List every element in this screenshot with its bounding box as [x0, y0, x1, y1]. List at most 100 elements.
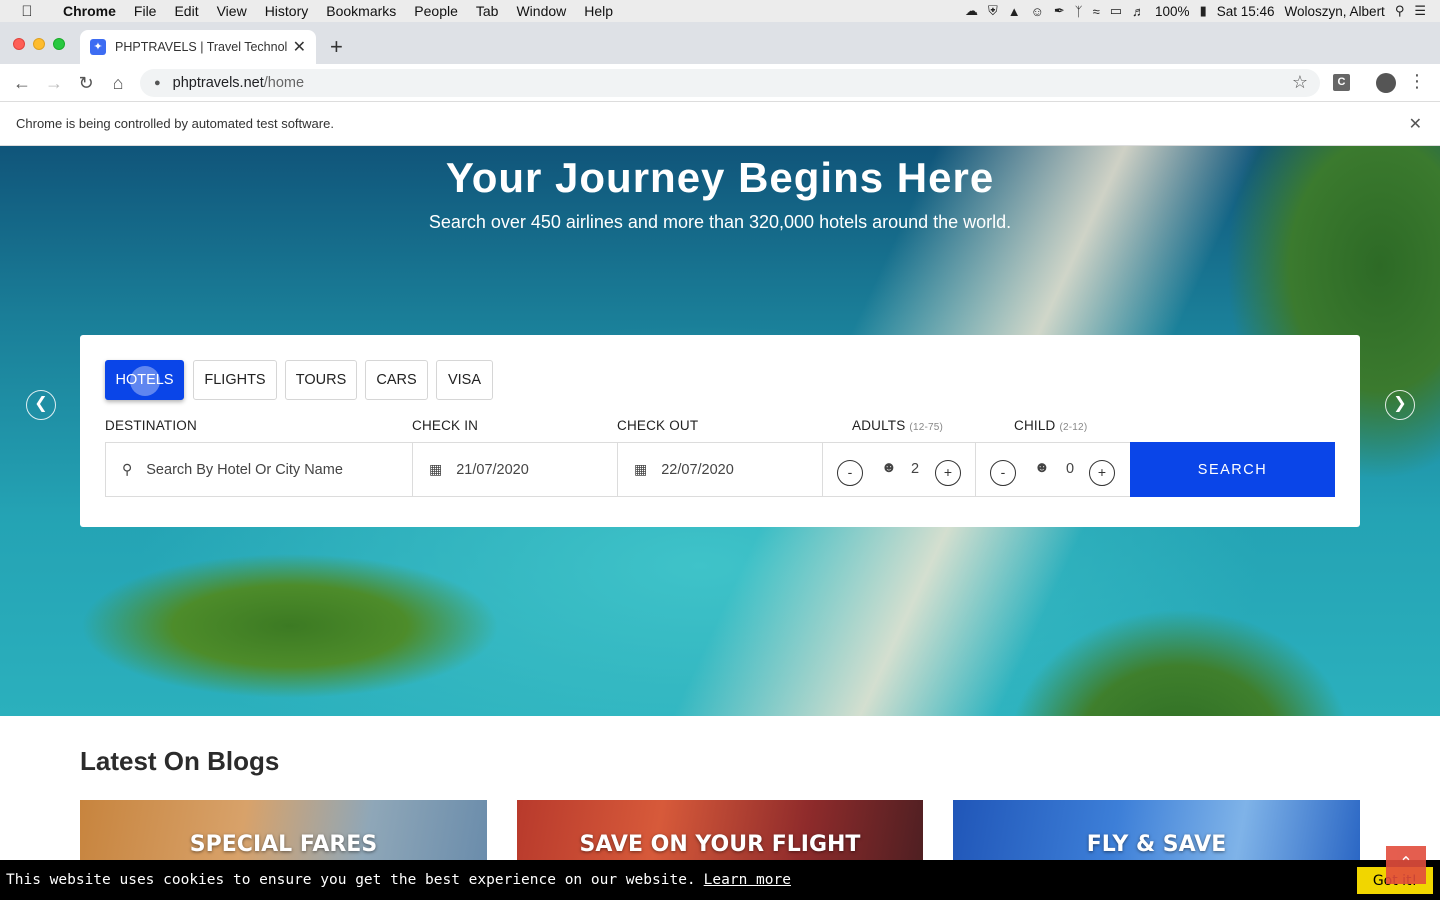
calendar-icon: ▦ [429, 461, 443, 477]
infobar-message: Chrome is being controlled by automated … [16, 116, 334, 131]
menu-window[interactable]: Window [507, 0, 575, 22]
tab-tours[interactable]: TOURS [285, 360, 357, 400]
browser-toolbar: ← → ↻ ⌂ ● phptravels.net/home ☆ C ⋮ [0, 64, 1440, 102]
spotlight-search-icon[interactable]: ⚲ [1395, 3, 1405, 19]
cookie-message: This website uses cookies to ensure you … [6, 872, 696, 888]
airplay-icon[interactable]: ▭ [1110, 3, 1122, 19]
checkout-label: CHECK OUT [617, 418, 699, 433]
checkout-value: 22/07/2020 [661, 461, 734, 478]
tab-visa[interactable]: VISA [436, 360, 493, 400]
battery-icon[interactable]: ▮ [1200, 3, 1207, 19]
battery-percent: 100% [1155, 3, 1190, 19]
extension-c-icon[interactable]: C [1333, 74, 1350, 91]
adults-range: (12-75) [909, 422, 944, 433]
cookie-consent-bar: This website uses cookies to ensure you … [0, 860, 1440, 900]
tab-flights-label: FLIGHTS [204, 372, 266, 388]
checkin-input[interactable]: ▦ 21/07/2020 [412, 442, 618, 497]
child-range: (2-12) [1059, 422, 1088, 433]
cloud-icon[interactable]: ☁ [965, 3, 978, 19]
forward-arrow-icon[interactable]: → [42, 71, 66, 95]
child-stepper: - ☻ 0 + [975, 442, 1131, 497]
home-icon[interactable]: ⌂ [106, 71, 130, 95]
scroll-to-top-icon[interactable]: ⌃ [1386, 846, 1426, 884]
lock-icon[interactable]: ● [154, 77, 161, 89]
map-pin-icon: ⚲ [122, 461, 133, 477]
adults-label: ADULTS (12-75) [852, 418, 943, 433]
window-zoom-button[interactable] [53, 38, 65, 50]
apple-icon[interactable]:  [0, 3, 54, 20]
site-favicon-icon: ✦ [90, 39, 106, 55]
person-icon: ☻ [881, 459, 897, 476]
child-value[interactable]: 0 [1066, 461, 1074, 477]
volume-icon[interactable]: ♬ [1132, 4, 1145, 19]
child-label: CHILD (2-12) [1014, 418, 1087, 433]
hero-subtitle: Search over 450 airlines and more than 3… [428, 212, 1012, 232]
child-plus-button[interactable]: + [1089, 460, 1115, 486]
child-minus-button[interactable]: - [990, 460, 1016, 486]
tab-tours-label: TOURS [295, 372, 347, 388]
url-domain: phptravels.net [172, 75, 264, 91]
person-icon[interactable]: ☺ [1031, 4, 1044, 19]
bookmark-star-icon[interactable]: ☆ [1292, 72, 1308, 93]
slider-prev-icon[interactable]: ❮ [26, 390, 56, 420]
menu-edit[interactable]: Edit [165, 0, 207, 22]
adults-plus-button[interactable]: + [935, 460, 961, 486]
infobar-close-icon[interactable]: ✕ [1409, 114, 1422, 134]
bluetooth-icon[interactable]: ᛉ [1075, 4, 1083, 19]
calendar-icon: ▦ [634, 461, 648, 477]
checkin-value: 21/07/2020 [456, 461, 529, 478]
search-button[interactable]: SEARCH [1130, 442, 1335, 497]
menu-tab[interactable]: Tab [467, 0, 508, 22]
back-arrow-icon[interactable]: ← [10, 71, 34, 95]
upload-icon[interactable]: ▲ [1008, 4, 1021, 19]
destination-placeholder: Search By Hotel Or City Name [146, 461, 343, 478]
chrome-menu-icon[interactable]: ⋮ [1408, 71, 1426, 92]
wifi-icon[interactable]: ≈ [1093, 4, 1100, 19]
menu-help[interactable]: Help [575, 0, 622, 22]
menu-bookmarks[interactable]: Bookmarks [317, 0, 405, 22]
clock[interactable]: Sat 15:46 [1217, 4, 1275, 19]
notification-center-icon[interactable]: ☰ [1414, 3, 1426, 19]
destination-label: DESTINATION [105, 418, 197, 433]
child-label-text: CHILD [1014, 418, 1056, 433]
tab-title: PHPTRAVELS | Travel Technolo [115, 40, 287, 54]
destination-input[interactable]: ⚲ Search By Hotel Or City Name [105, 442, 413, 497]
browser-tab[interactable]: ✦ PHPTRAVELS | Travel Technolo ✕ [80, 30, 316, 64]
menu-file[interactable]: File [125, 0, 166, 22]
slider-next-icon[interactable]: ❯ [1385, 390, 1415, 420]
tab-cars-label: CARS [376, 372, 417, 388]
adults-minus-button[interactable]: - [837, 460, 863, 486]
blogs-section-title: Latest On Blogs [80, 746, 280, 776]
window-close-button[interactable] [13, 38, 25, 50]
tab-flights[interactable]: FLIGHTS [193, 360, 277, 400]
browser-tab-strip: ✦ PHPTRAVELS | Travel Technolo ✕ + [0, 22, 1440, 64]
adults-label-text: ADULTS [852, 418, 906, 433]
tab-visa-label: VISA [447, 372, 482, 388]
address-bar[interactable]: ● phptravels.net/home ☆ [140, 69, 1320, 97]
menu-view[interactable]: View [208, 0, 256, 22]
checkout-input[interactable]: ▦ 22/07/2020 [617, 442, 823, 497]
shield-icon[interactable]: ⛨ [988, 3, 998, 19]
reload-icon[interactable]: ↻ [74, 71, 98, 95]
hero-title: Your Journey Begins Here [445, 154, 995, 201]
profile-avatar-icon[interactable] [1376, 73, 1396, 93]
menubar-status-area: ☁ ⛨ ▲ ☺ ✒ ᛉ ≈ ▭ ♬ 100% ▮ Sat 15:46 Wolos… [965, 0, 1440, 22]
search-panel: HOTELS FLIGHTS TOURS CARS VISA DESTINATI… [80, 335, 1360, 527]
tab-hotels[interactable]: HOTELS [105, 360, 184, 400]
tab-close-icon[interactable]: ✕ [293, 37, 306, 57]
tab-cars[interactable]: CARS [365, 360, 428, 400]
macos-menubar:  Chrome File Edit View History Bookmark… [0, 0, 1440, 22]
person-icon: ☻ [1034, 459, 1050, 476]
new-tab-button[interactable]: + [330, 36, 343, 58]
menu-people[interactable]: People [405, 0, 467, 22]
menu-app-name[interactable]: Chrome [54, 0, 125, 22]
user-name[interactable]: Woloszyn, Albert [1285, 4, 1385, 19]
learn-more-link[interactable]: Learn more [704, 872, 791, 888]
pen-icon[interactable]: ✒ [1054, 3, 1065, 19]
adults-value[interactable]: 2 [911, 461, 919, 477]
window-minimize-button[interactable] [33, 38, 45, 50]
automation-infobar: Chrome is being controlled by automated … [0, 102, 1440, 146]
url-path: /home [263, 75, 305, 91]
menu-history[interactable]: History [256, 0, 318, 22]
checkin-label: CHECK IN [412, 418, 479, 433]
